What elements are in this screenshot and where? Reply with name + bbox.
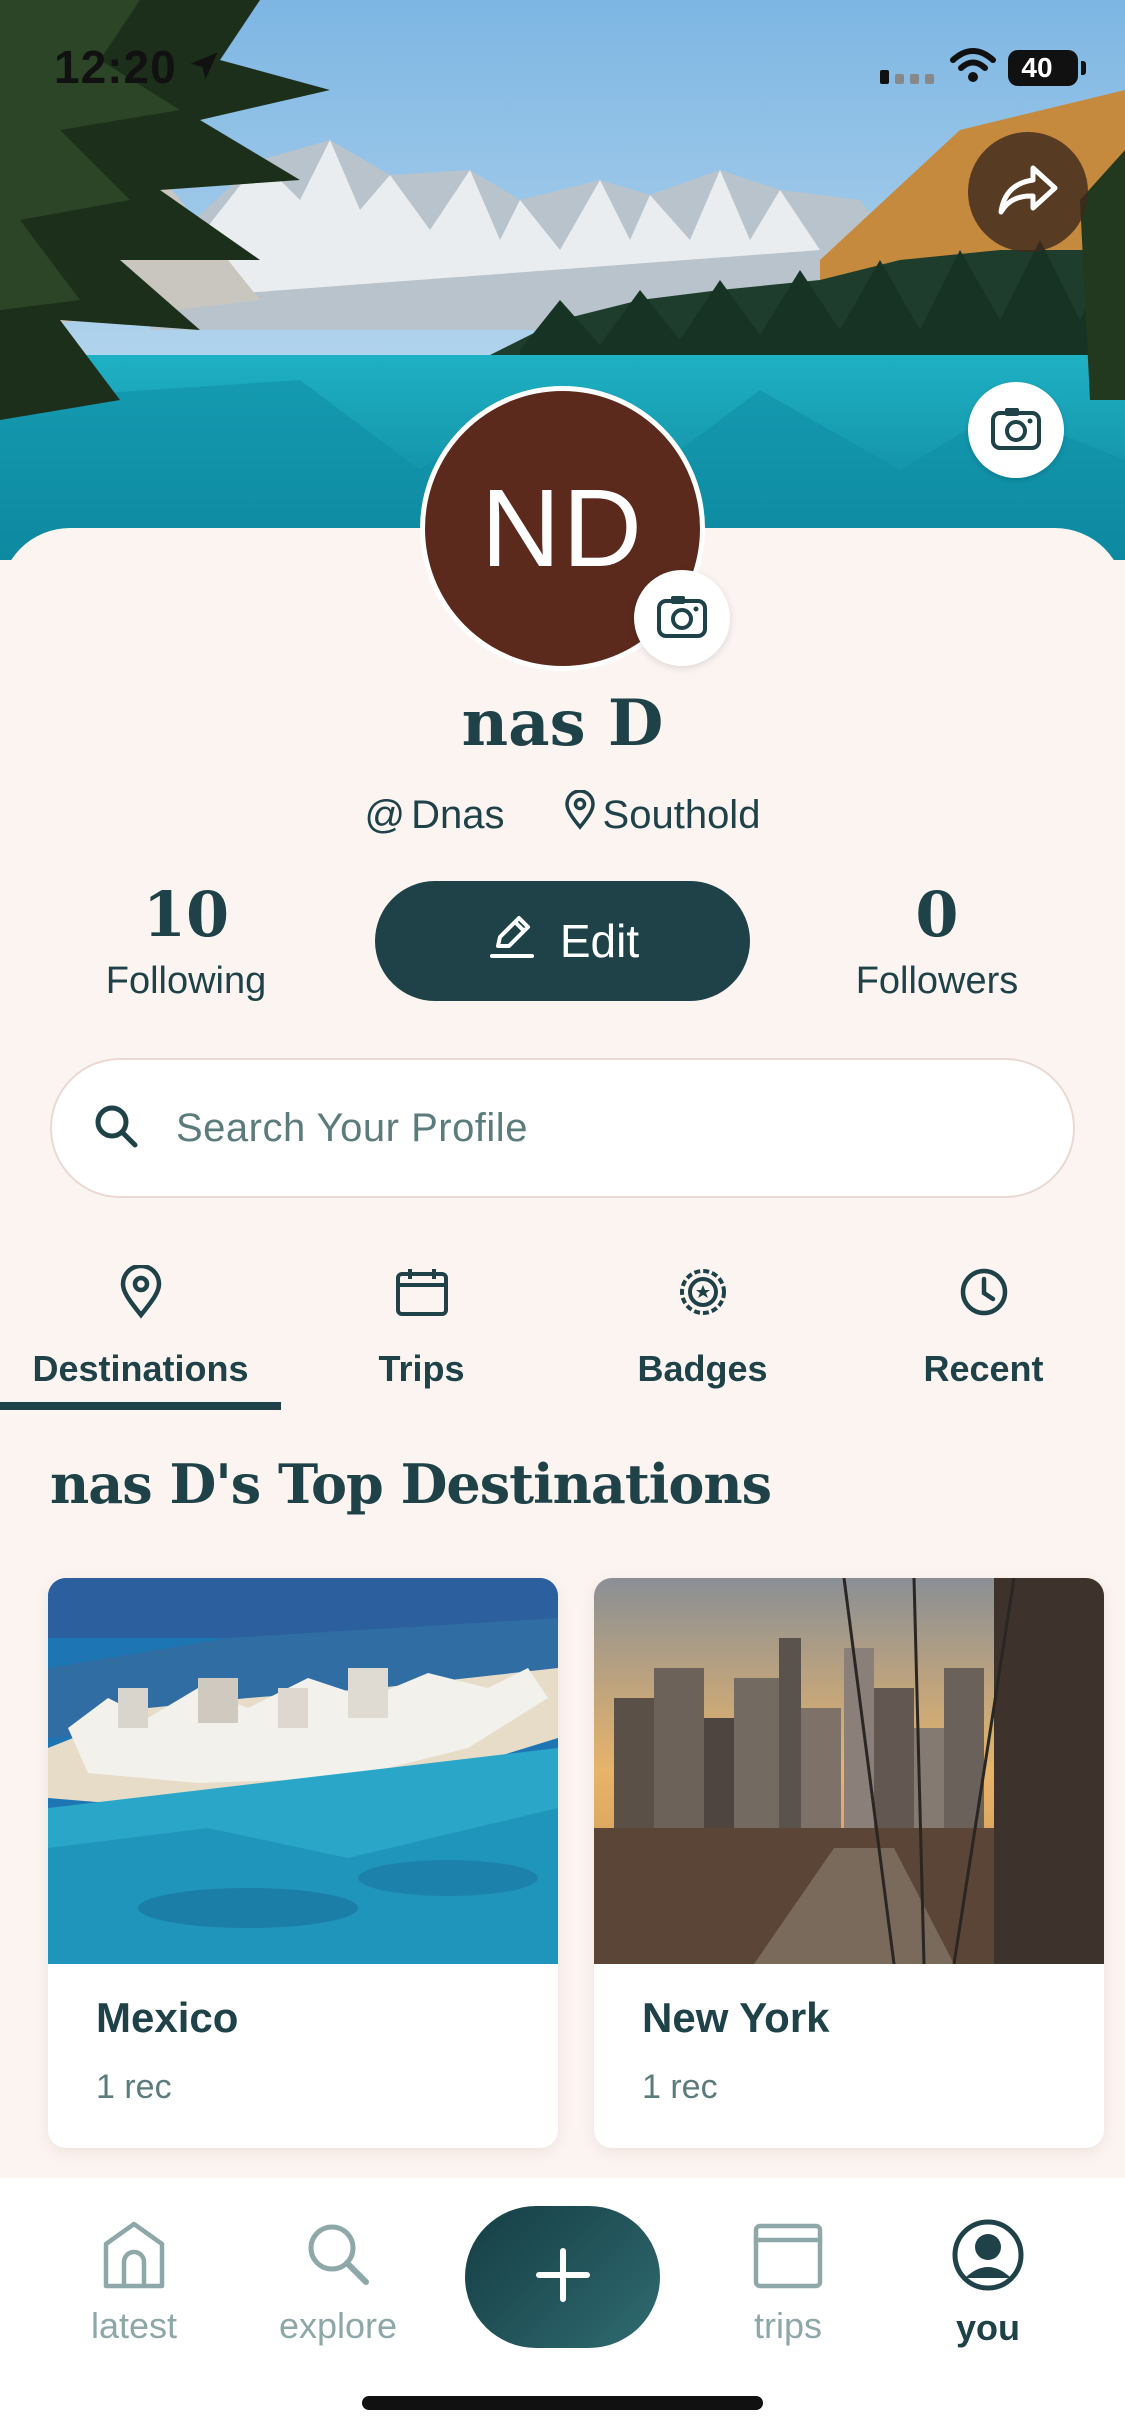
nav-label: you [955, 2307, 1020, 2348]
at-icon: @ [364, 792, 406, 837]
destination-name: New York [642, 1994, 830, 2041]
status-time: 12:20 [54, 41, 177, 93]
tab-trips[interactable]: Trips [281, 1258, 562, 1408]
following-stat[interactable]: 10 Following [36, 884, 336, 1003]
destination-name: Mexico [96, 1994, 239, 2041]
destination-card[interactable]: New York 1 rec [594, 1578, 1104, 2148]
change-avatar-photo-button[interactable] [634, 570, 730, 666]
profile-screen: 12:20 40 ND nas D @ Dnas Southold 10 Fol… [0, 0, 1125, 2436]
nav-explore[interactable]: explore [248, 2218, 428, 2347]
search-placeholder: Search Your Profile [176, 1105, 528, 1150]
badge-icon [677, 1264, 729, 1320]
location-text: Southold [602, 792, 761, 837]
followers-count: 0 [915, 878, 959, 951]
profile-tabs: Destinations Trips Badges Recent [0, 1258, 1125, 1418]
tab-recent[interactable]: Recent [843, 1258, 1124, 1408]
nav-latest[interactable]: latest [44, 2218, 224, 2347]
camera-icon [990, 405, 1042, 456]
battery-level: 40 [1021, 52, 1053, 83]
profile-meta: @ Dnas Southold [0, 789, 1125, 840]
section-title: nas D's Top Destinations [50, 1452, 772, 1516]
status-bar: 12:20 40 [0, 0, 1125, 140]
username-text: Dnas [411, 792, 505, 837]
wifi-icon [950, 48, 996, 89]
profile-username: @ Dnas [365, 793, 505, 838]
followers-label: Followers [855, 960, 1019, 1002]
calendar-icon [395, 1264, 449, 1320]
home-icon [98, 2218, 170, 2295]
nav-label: explore [278, 2305, 398, 2346]
map-pin-icon [563, 789, 597, 840]
nav-label: trips [753, 2305, 822, 2346]
active-tab-indicator [0, 1402, 281, 1410]
profile-location: Southold [563, 789, 761, 840]
camera-icon [656, 593, 708, 644]
cellular-signal-icon [880, 58, 936, 89]
tab-label: Badges [637, 1348, 768, 1389]
destination-image [594, 1578, 1104, 1964]
tab-label: Trips [378, 1348, 465, 1389]
profile-search-input[interactable]: Search Your Profile [50, 1058, 1075, 1198]
tab-label: Destinations [32, 1348, 249, 1389]
search-icon [302, 2218, 374, 2295]
following-count: 10 [142, 878, 230, 951]
nav-trips[interactable]: trips [698, 2218, 878, 2347]
tab-destinations[interactable]: Destinations [0, 1258, 281, 1408]
add-button[interactable] [465, 2206, 660, 2348]
destination-rec-count: 1 rec [642, 2068, 718, 2106]
profile-name: nas D [461, 686, 664, 761]
share-button[interactable] [968, 132, 1088, 252]
following-label: Following [105, 960, 267, 1002]
share-arrow-icon [997, 162, 1059, 223]
edit-profile-button[interactable]: Edit [375, 881, 750, 1001]
edit-label: Edit [559, 915, 640, 967]
location-arrow-icon [186, 48, 222, 89]
search-icon [92, 1102, 140, 1155]
plus-icon [535, 2247, 591, 2308]
nav-you[interactable]: you [898, 2218, 1078, 2349]
destination-image [48, 1578, 558, 1964]
clock-icon [958, 1264, 1010, 1320]
destination-rec-count: 1 rec [96, 2068, 172, 2106]
user-icon [951, 2218, 1025, 2297]
avatar-initials: ND [481, 467, 644, 590]
followers-stat[interactable]: 0 Followers [787, 884, 1087, 1003]
tab-label: Recent [923, 1348, 1044, 1389]
battery-icon: 40 [1008, 50, 1086, 86]
pencil-icon [486, 910, 538, 973]
destination-card[interactable]: Mexico 1 rec [48, 1578, 558, 2148]
home-indicator [362, 2396, 763, 2410]
map-pin-icon [119, 1264, 163, 1320]
tab-badges[interactable]: Badges [562, 1258, 843, 1408]
calendar-icon [752, 2218, 824, 2295]
change-cover-photo-button[interactable] [968, 382, 1064, 478]
nav-label: latest [90, 2305, 178, 2346]
